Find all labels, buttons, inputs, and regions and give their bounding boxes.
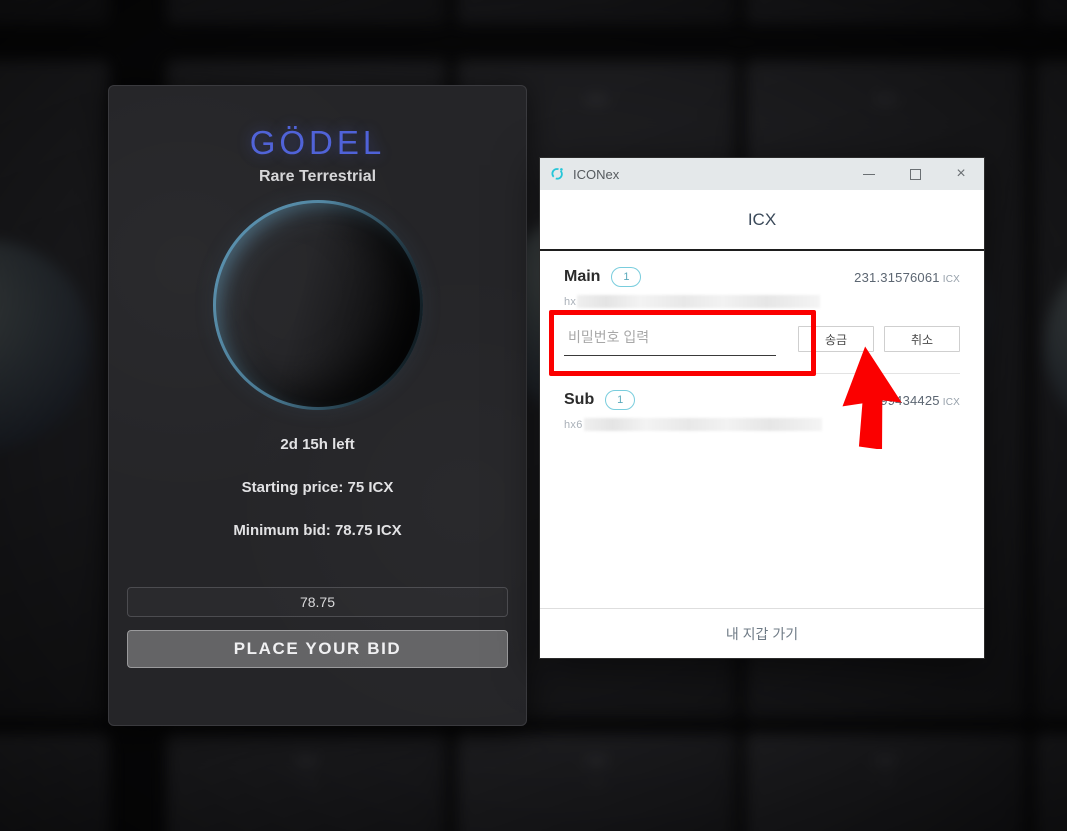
send-button[interactable]: 송금 [798, 326, 874, 352]
wallet-name: Sub [564, 391, 595, 408]
go-to-my-wallet-label: 내 지갑 가기 [725, 625, 799, 642]
wallet-list: Main 1 231.31576061 ICX hx 송금 취소 Sub 1 0… [540, 251, 984, 608]
maximize-icon [909, 168, 921, 180]
planet-image-wrapper [109, 200, 526, 410]
wallet-balance: 0.99434425 ICX [869, 393, 960, 408]
bid-amount-input[interactable] [127, 587, 508, 617]
go-to-my-wallet-button[interactable]: 내 지갑 가기 [540, 608, 984, 658]
password-input-field[interactable] [564, 322, 776, 356]
wallet-address-prefix: hx6 [564, 418, 583, 431]
cancel-button[interactable]: 취소 [884, 326, 960, 352]
minimize-icon [863, 173, 875, 175]
screen: *** *** *** *** *** *** *** *** GÖDEL Ra… [0, 0, 1067, 831]
starting-price-label: Starting price: 75 ICX [241, 479, 394, 496]
bg-card-title: *** [296, 755, 318, 772]
wallet-badge: 1 [605, 390, 636, 410]
password-form: 송금 취소 [564, 322, 960, 356]
auction-card: GÖDEL Rare Terrestrial 2d 15h left Start… [108, 85, 527, 726]
bg-card-title: *** [586, 755, 608, 772]
terrestrial-planet-icon [212, 200, 423, 410]
time-left-label: 2d 15h left [280, 436, 355, 453]
bg-card-sublabel: *** [878, 777, 893, 791]
wallet-balance-unit: ICX [942, 396, 960, 408]
minimum-bid-label: Minimum bid: 78.75 ICX [233, 522, 402, 539]
maximize-button[interactable] [892, 158, 938, 190]
wallet-address: hx [564, 295, 960, 308]
iconex-logo-icon [551, 168, 563, 180]
wallet-balance: 231.31576061 ICX [854, 270, 960, 285]
icx-header: ICX [540, 190, 984, 251]
bg-card-title: *** [875, 94, 897, 111]
wallet-address-prefix: hx [564, 295, 577, 308]
bg-card-sublabel: *** [589, 777, 604, 791]
wallet-row-main[interactable]: Main 1 231.31576061 ICX hx [540, 251, 984, 308]
window-titlebar[interactable]: ICONex × [540, 158, 984, 190]
iconex-window: ICONex × ICX Main 1 231.31576061 ICX hx … [539, 157, 985, 659]
wallet-name: Main [564, 268, 601, 285]
planet-rarity-label: Rare Terrestrial [258, 168, 377, 185]
bg-card-title: *** [875, 755, 897, 772]
wallet-row-sub[interactable]: Sub 1 0.99434425 ICX hx6 [540, 374, 984, 431]
wallet-address: hx6 [564, 418, 960, 431]
place-your-bid-button[interactable]: PLACE YOUR BID [127, 630, 508, 668]
page-title: GÖDEL [249, 124, 386, 161]
wallet-balance-value: 231.31576061 [854, 269, 940, 285]
wallet-badge: 1 [611, 267, 642, 287]
window-title: ICONex [573, 166, 620, 182]
wallet-address-redaction [583, 418, 822, 431]
wallet-balance-unit: ICX [942, 273, 960, 285]
wallet-address-redaction [577, 295, 821, 308]
wallet-balance-value: 0.99434425 [869, 392, 940, 408]
minimize-button[interactable] [846, 158, 892, 190]
icx-header-title: ICX [747, 209, 777, 229]
close-icon: × [956, 165, 966, 182]
close-button[interactable]: × [938, 158, 984, 190]
bg-card-sublabel: *** [299, 777, 314, 791]
